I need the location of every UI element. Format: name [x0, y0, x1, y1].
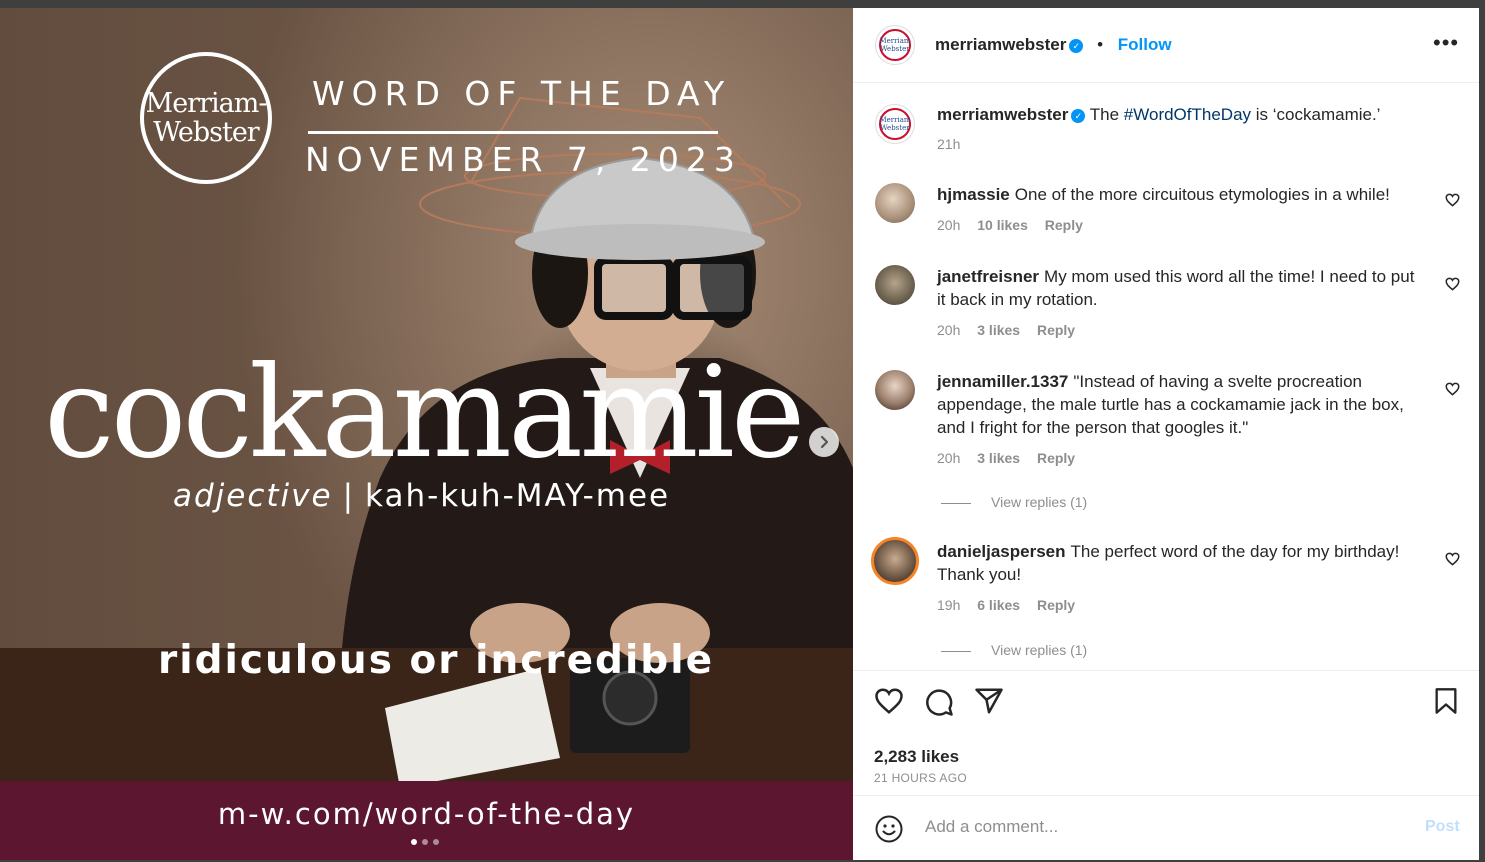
view-replies-button[interactable]: View replies (1) — [941, 642, 1087, 658]
heart-icon[interactable] — [874, 687, 904, 715]
caption-text: merriamwebster ✓ The #WordOfTheDay is ‘co… — [937, 103, 1457, 126]
comment-time[interactable]: 20h — [937, 322, 960, 338]
post-button[interactable]: Post — [1425, 818, 1460, 836]
comment-username[interactable]: janetfreisner — [937, 267, 1039, 286]
follow-button[interactable]: Follow — [1118, 35, 1172, 54]
word-of-the-day-title: WORD OF THE DAY — [312, 74, 732, 113]
caption-text-after: is ‘cockamamie.’ — [1255, 105, 1381, 124]
avatar[interactable]: Merriam Webster — [875, 25, 915, 65]
comment-input[interactable] — [923, 816, 1407, 838]
pronunciation: kah-kuh-MAY-mee — [365, 478, 671, 514]
comment-time[interactable]: 20h — [937, 217, 960, 233]
view-replies-label: View replies (1) — [991, 642, 1088, 658]
add-comment-bar: Post — [853, 795, 1479, 861]
comment-likes[interactable]: 6 likes — [977, 597, 1020, 613]
carousel-dots — [411, 839, 439, 845]
header-dot: • — [1097, 35, 1104, 54]
word-of-the-day-date: NOVEMBER 7, 2023 — [305, 140, 742, 179]
heart-icon[interactable] — [1445, 382, 1460, 396]
action-bar: 2,283 likes 21 HOURS AGO — [853, 670, 1479, 796]
comment-meta: 20h 3 likes Reply — [937, 322, 1088, 338]
bookmark-icon[interactable] — [1433, 687, 1459, 715]
avatar[interactable] — [875, 370, 915, 410]
verified-badge-icon: ✓ — [1069, 38, 1084, 53]
pronunciation-line: adjective | kah-kuh-MAY-mee — [173, 478, 670, 514]
caption-hashtag[interactable]: #WordOfTheDay — [1124, 105, 1251, 124]
avatar[interactable] — [875, 265, 915, 305]
headword: cockamamie — [44, 339, 805, 486]
post-time[interactable]: 21 HOURS AGO — [874, 771, 967, 785]
emoji-icon[interactable] — [875, 815, 903, 843]
view-replies-label: View replies (1) — [991, 494, 1088, 510]
comment-likes[interactable]: 3 likes — [977, 322, 1020, 338]
comment-username[interactable]: jennamiller.1337 — [937, 372, 1068, 391]
post-image[interactable]: Merriam- Webster WORD OF THE DAY NOVEMBE… — [0, 8, 853, 860]
comment-text: danieljaspersen The perfect word of the d… — [937, 540, 1419, 586]
reply-button[interactable]: Reply — [1037, 597, 1075, 613]
comment-time[interactable]: 20h — [937, 450, 960, 466]
avatar[interactable] — [871, 537, 919, 585]
comment-time[interactable]: 19h — [937, 597, 960, 613]
merriam-webster-logo: Merriam- Webster — [140, 52, 272, 184]
url-banner: m-w.com/word-of-the-day — [0, 781, 853, 860]
caption-time[interactable]: 21h — [937, 136, 960, 152]
like-count[interactable]: 2,283 likes — [874, 747, 959, 767]
view-replies-button[interactable]: View replies (1) — [941, 494, 1087, 510]
merriam-webster-avatar-logo: Merriam Webster — [879, 108, 911, 140]
heart-icon[interactable] — [1445, 552, 1460, 566]
carousel-dot[interactable] — [433, 839, 439, 845]
comment-text: jennamiller.1337 "Instead of having a sve… — [937, 370, 1419, 439]
caption-username[interactable]: merriamwebster — [937, 105, 1068, 124]
definition: ridiculous or incredible — [158, 638, 715, 683]
post-header: Merriam Webster merriamwebster ✓ • Follow … — [853, 8, 1479, 83]
logo-line-1: Merriam- — [145, 88, 268, 119]
carousel-dot[interactable] — [422, 839, 428, 845]
comment-meta: 19h 6 likes Reply — [937, 597, 1088, 613]
pronunciation-separator: | — [342, 478, 356, 514]
comment-username[interactable]: hjmassie — [937, 185, 1010, 204]
reply-button[interactable]: Reply — [1037, 322, 1075, 338]
comment-icon[interactable] — [924, 687, 954, 717]
header-username[interactable]: merriamwebster — [935, 35, 1066, 54]
comment-likes[interactable]: 10 likes — [977, 217, 1028, 233]
comment-username[interactable]: danieljaspersen — [937, 542, 1066, 561]
share-icon[interactable] — [974, 687, 1004, 715]
reply-button[interactable]: Reply — [1045, 217, 1083, 233]
comment-text: janetfreisner My mom used this word all t… — [937, 265, 1419, 311]
replies-divider — [941, 650, 971, 652]
chevron-right-icon — [820, 435, 829, 449]
replies-divider — [941, 502, 971, 504]
heart-icon[interactable] — [1445, 277, 1460, 291]
next-image-button[interactable] — [809, 427, 839, 457]
header-user-line: merriamwebster ✓ • Follow — [935, 35, 1172, 55]
comments-list[interactable]: Merriam Webster merriamwebster ✓ The #Word… — [853, 83, 1479, 670]
comment-meta: 20h 3 likes Reply — [937, 450, 1088, 466]
comment-meta: 20h 10 likes Reply — [937, 217, 1096, 233]
avatar[interactable]: Merriam Webster — [875, 104, 915, 144]
post-side-panel: Merriam Webster merriamwebster ✓ • Follow … — [853, 8, 1479, 860]
comment-likes[interactable]: 3 likes — [977, 450, 1020, 466]
avatar[interactable] — [875, 183, 915, 223]
heart-icon[interactable] — [1445, 193, 1460, 207]
logo-line-2: Webster — [153, 117, 259, 148]
title-divider — [308, 131, 718, 134]
carousel-dot[interactable] — [411, 839, 417, 845]
part-of-speech: adjective — [173, 478, 333, 514]
more-horizontal-icon[interactable]: ••• — [1433, 30, 1459, 56]
reply-button[interactable]: Reply — [1037, 450, 1075, 466]
url-text: m-w.com/word-of-the-day — [217, 797, 636, 831]
caption-meta: 21h — [937, 136, 973, 152]
verified-badge-icon: ✓ — [1071, 108, 1086, 123]
merriam-webster-avatar-logo: Merriam Webster — [879, 29, 911, 61]
comment-body: One of the more circuitous etymologies i… — [1014, 185, 1390, 204]
comment-text: hjmassie One of the more circuitous etymo… — [937, 183, 1419, 206]
caption-text-before: The — [1089, 105, 1120, 124]
